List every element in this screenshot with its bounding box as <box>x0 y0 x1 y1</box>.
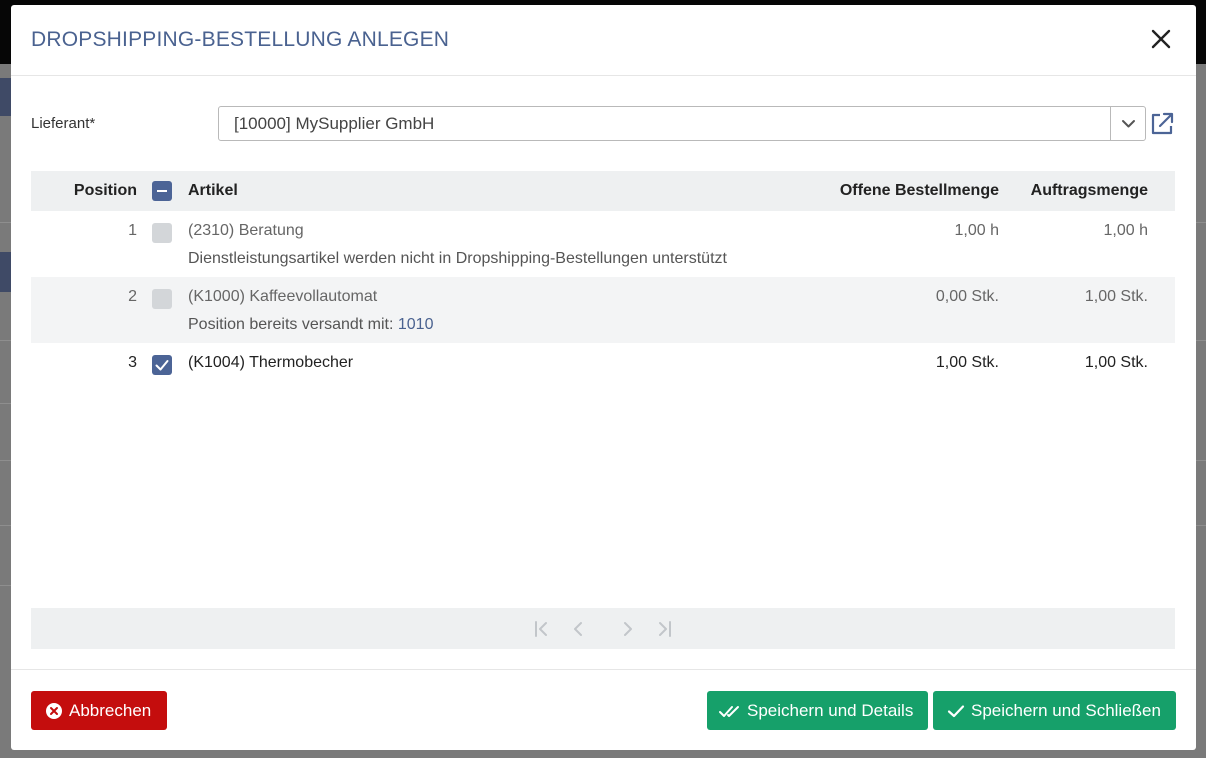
row-note-text: Dienstleistungsartikel werden nicht in D… <box>188 250 727 267</box>
dialog-header: DROPSHIPPING-BESTELLUNG ANLEGEN <box>11 5 1196 76</box>
cancel-button-label: Abbrechen <box>69 700 152 720</box>
first-page-icon <box>535 621 547 637</box>
table-row: 1 (2310) Beratung Dienstleistungsartikel… <box>31 211 1175 277</box>
row-position: 2 <box>128 288 137 305</box>
background-divider <box>1196 222 1206 223</box>
chevron-down-icon <box>1122 120 1135 128</box>
external-link-icon <box>1151 112 1174 135</box>
row-checkbox <box>152 289 172 309</box>
background-tab <box>0 252 11 292</box>
check-icon <box>947 704 965 717</box>
select-all-checkbox[interactable] <box>152 181 172 201</box>
row-open-qty: 0,00 Stk. <box>935 288 999 305</box>
supplier-select-value: [10000] MySupplier GmbH <box>234 114 435 133</box>
row-order-qty: 1,00 Stk. <box>1084 288 1148 305</box>
row-artikel: (K1004) Thermobecher <box>188 354 354 371</box>
row-artikel: (K1000) Kaffeevollautomat <box>188 288 378 305</box>
background-divider <box>0 222 11 223</box>
background-divider <box>1196 460 1206 461</box>
last-page-button[interactable] <box>653 618 675 640</box>
supplier-label: Lieferant* <box>31 115 96 132</box>
row-checkbox[interactable] <box>152 355 172 375</box>
dialog-title: DROPSHIPPING-BESTELLUNG ANLEGEN <box>31 28 450 51</box>
chevron-left-icon <box>574 622 582 636</box>
save-and-close-button[interactable]: Speichern und Schließen <box>933 691 1176 730</box>
column-header-position[interactable]: Position <box>31 182 137 200</box>
column-header-artikel[interactable]: Artikel <box>188 182 238 200</box>
row-position: 1 <box>128 222 137 239</box>
row-order-qty: 1,00 Stk. <box>1084 354 1148 371</box>
cancel-button[interactable]: Abbrechen <box>31 691 167 730</box>
row-open-qty: 1,00 h <box>954 222 999 239</box>
row-position: 3 <box>128 354 137 371</box>
background-divider <box>0 525 11 526</box>
supplier-select[interactable]: [10000] MySupplier GmbH <box>218 106 1146 141</box>
save-and-details-button[interactable]: Speichern und Details <box>707 691 928 730</box>
save-and-details-label: Speichern und Details <box>747 700 914 720</box>
chevron-right-icon <box>624 622 632 636</box>
dialog-footer: Abbrechen Speichern und Details Speicher… <box>11 669 1196 750</box>
dropshipping-dialog: DROPSHIPPING-BESTELLUNG ANLEGEN Lieferan… <box>11 5 1196 750</box>
first-page-button[interactable] <box>531 618 553 640</box>
table-row: 2 (K1000) Kaffeevollautomat Position ber… <box>31 277 1175 343</box>
row-order-qty: 1,00 h <box>1103 222 1148 239</box>
table-header: Position Artikel Offene Bestellmenge Auf… <box>31 171 1175 211</box>
open-supplier-link[interactable] <box>1149 111 1175 137</box>
background-divider <box>1196 340 1206 341</box>
column-header-order-qty[interactable]: Auftragsmenge <box>1031 182 1148 200</box>
background-divider <box>0 403 11 404</box>
row-note-text: Position bereits versandt mit: <box>188 316 398 333</box>
pagination <box>31 608 1175 649</box>
background-divider <box>0 585 11 586</box>
supplier-dropdown-toggle[interactable] <box>1110 107 1145 140</box>
checkmark-icon <box>155 360 169 371</box>
background-divider <box>1196 525 1206 526</box>
last-page-icon <box>659 621 671 637</box>
close-icon <box>1151 29 1171 49</box>
previous-page-button[interactable] <box>567 618 589 640</box>
row-checkbox <box>152 223 172 243</box>
row-open-qty: 1,00 Stk. <box>935 354 999 371</box>
table-row: 3 (K1004) Thermobecher 1,00 Stk. 1,00 St… <box>31 343 1175 409</box>
row-artikel: (2310) Beratung <box>188 222 304 239</box>
save-and-close-label: Speichern und Schließen <box>971 700 1161 720</box>
background-tab <box>0 78 11 116</box>
cancel-circle-icon <box>46 702 62 719</box>
row-note: Position bereits versandt mit: 1010 <box>188 316 433 334</box>
background-divider <box>0 340 11 341</box>
row-note: Dienstleistungsartikel werden nicht in D… <box>188 250 727 268</box>
next-page-button[interactable] <box>617 618 639 640</box>
shipment-link[interactable]: 1010 <box>398 316 434 333</box>
close-button[interactable] <box>1149 27 1173 51</box>
double-check-icon <box>719 705 739 717</box>
background-divider <box>0 460 11 461</box>
column-header-open-qty[interactable]: Offene Bestellmenge <box>840 182 999 200</box>
